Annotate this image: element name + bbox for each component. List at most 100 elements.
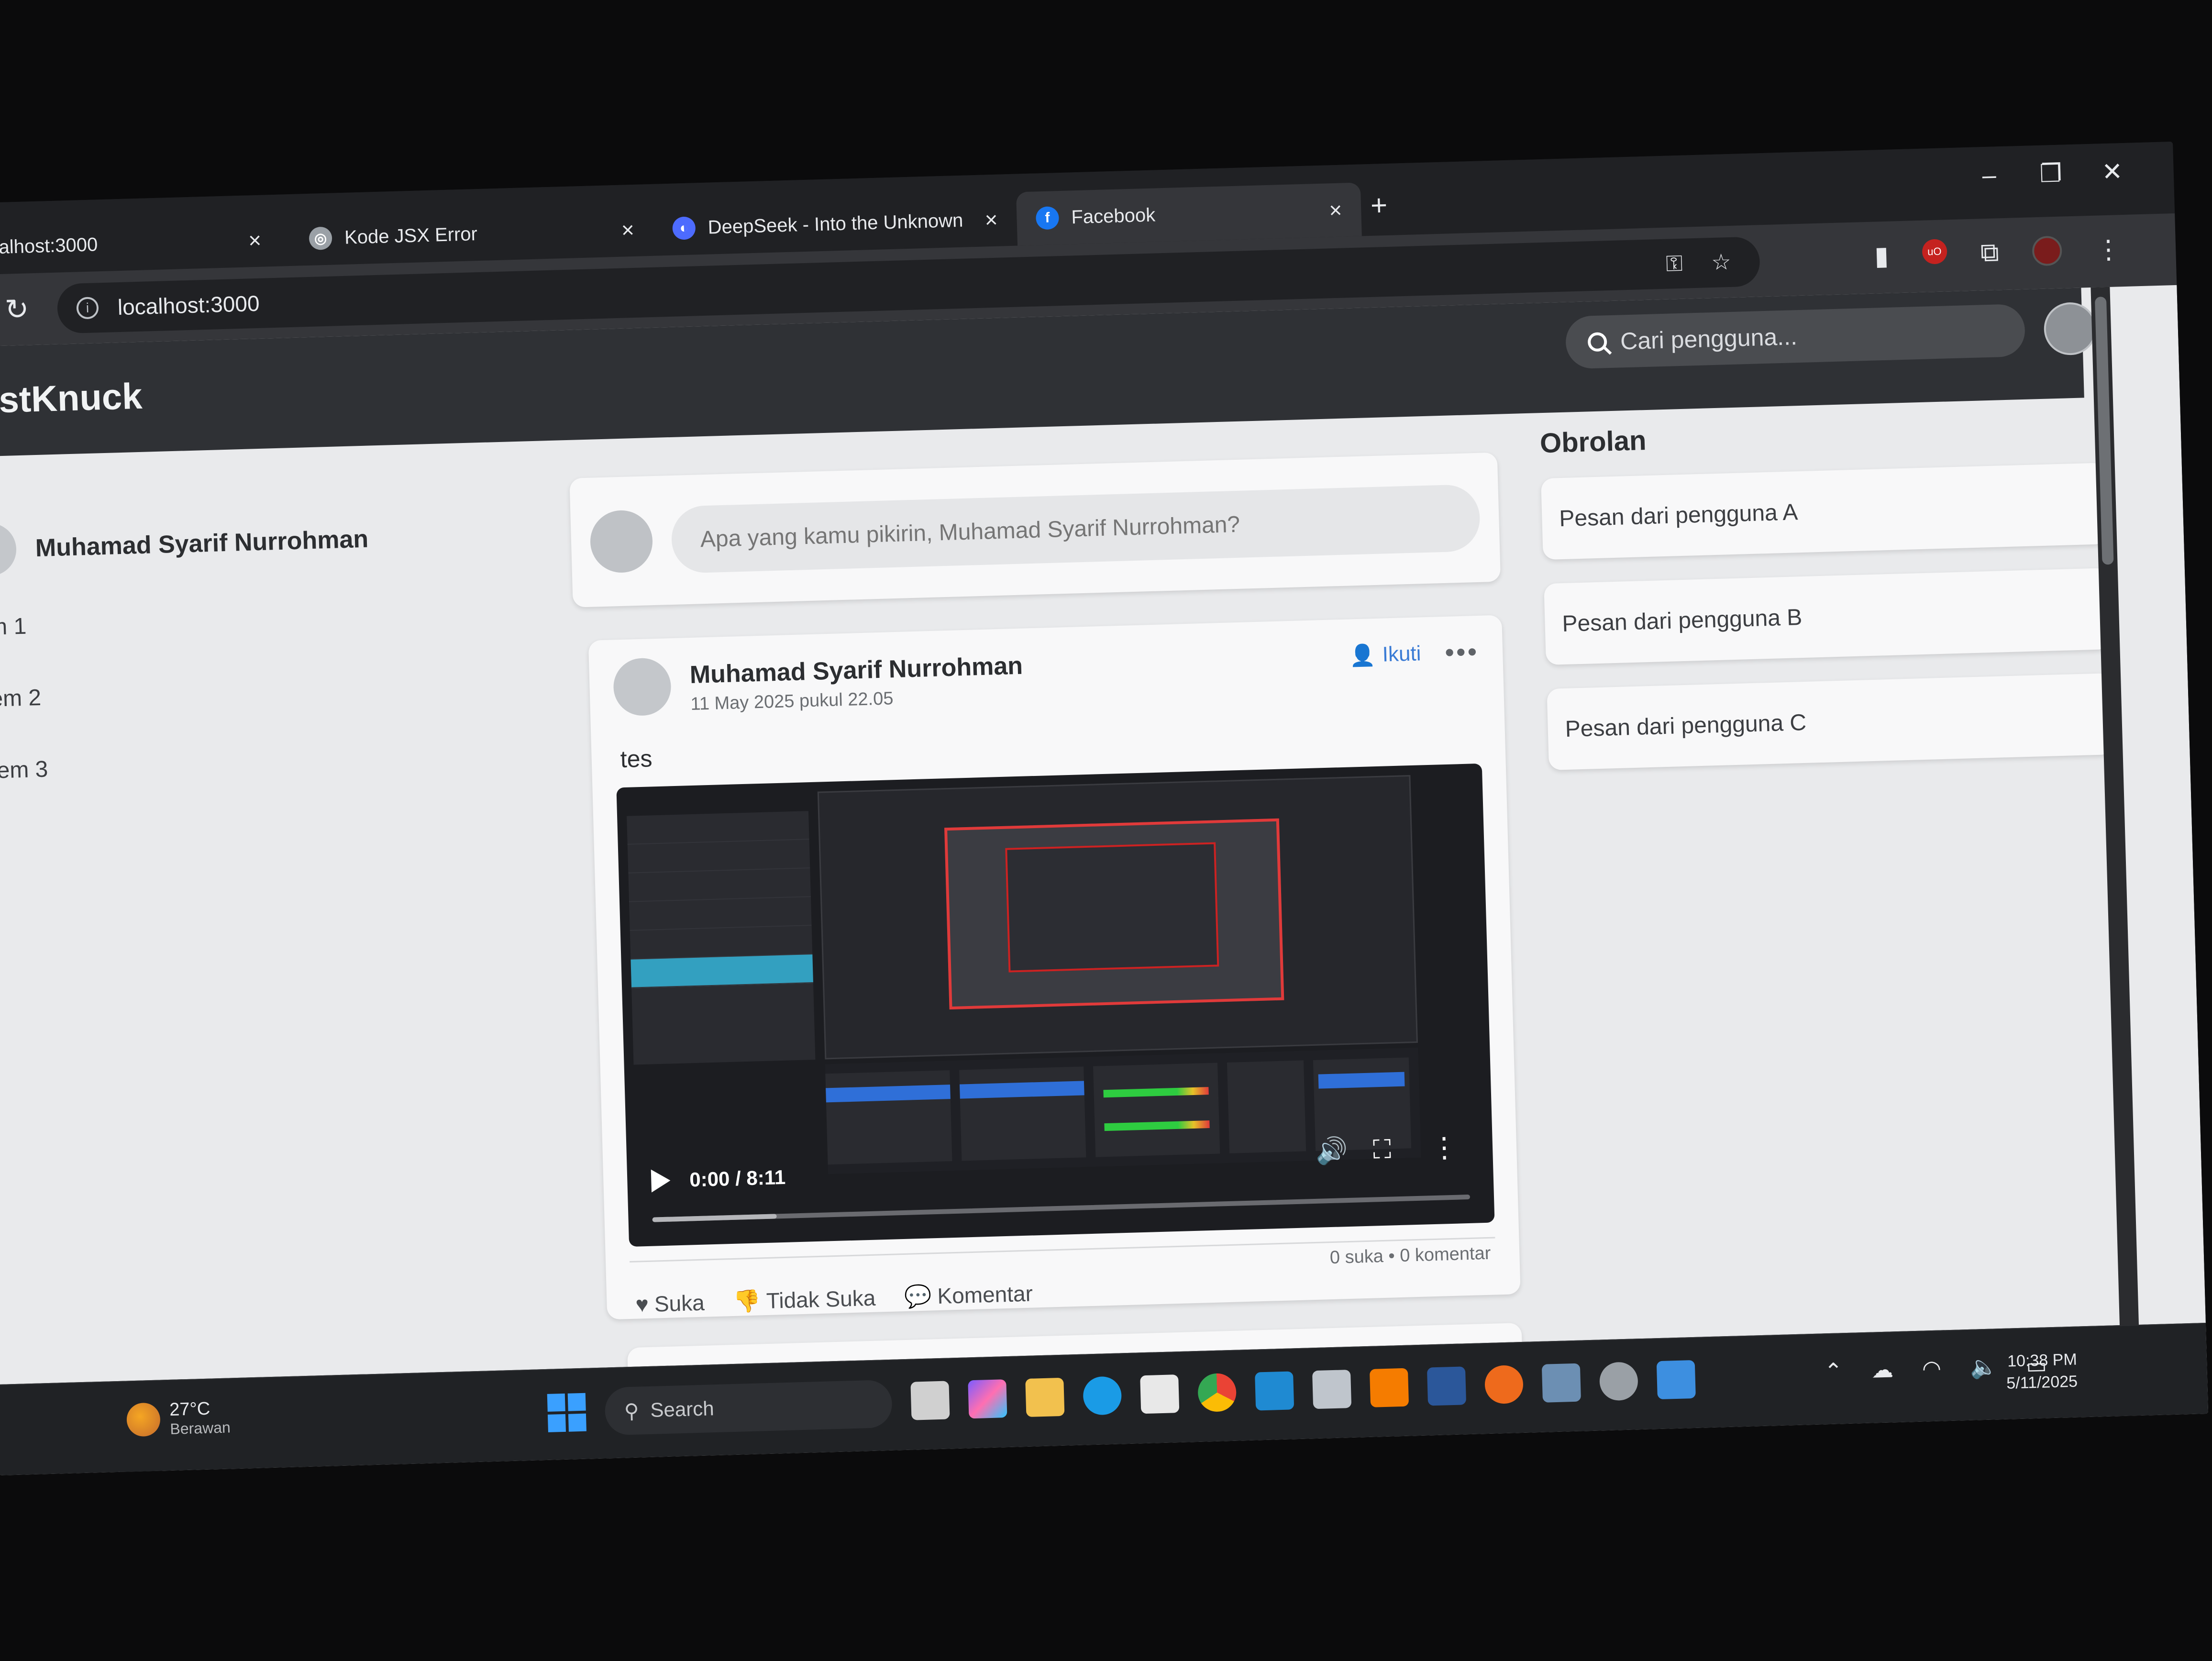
chat-item[interactable]: Pesan dari pengguna A bbox=[1541, 463, 2108, 560]
copilot-icon[interactable] bbox=[968, 1379, 1007, 1419]
video-player[interactable]: 0:00 / 8:11 🔊 ⛶ ⋮ bbox=[616, 763, 1495, 1247]
post-actions: ♥ Suka 👎 Tidak Suka 💬 Komentar bbox=[635, 1280, 1033, 1318]
weather-description: Berawan bbox=[169, 1418, 231, 1438]
clock-time: 10:38 PM bbox=[2007, 1350, 2078, 1371]
fullscreen-icon[interactable]: ⛶ bbox=[1372, 1134, 1392, 1165]
profile-name: Muhamad Syarif Nurrohman bbox=[35, 525, 369, 563]
post-timestamp: 11 May 2025 pukul 22.05 bbox=[690, 688, 894, 714]
like-label: Suka bbox=[654, 1290, 705, 1317]
dislike-button[interactable]: 👎 Tidak Suka bbox=[733, 1285, 876, 1315]
chevron-up-icon[interactable]: ⌃ bbox=[1824, 1358, 1843, 1384]
edge-icon[interactable] bbox=[1083, 1376, 1122, 1416]
scrollbar-thumb[interactable] bbox=[2094, 297, 2114, 565]
deepseek-icon: ◐ bbox=[672, 216, 696, 240]
volume-icon[interactable]: 🔊 bbox=[1315, 1136, 1348, 1167]
post-stats: 0 suka • 0 komentar bbox=[1329, 1243, 1491, 1268]
speaker-icon[interactable]: 🔈 bbox=[1969, 1353, 1998, 1381]
obs-icon[interactable] bbox=[1599, 1362, 1638, 1401]
comment-button[interactable]: 💬 Komentar bbox=[904, 1280, 1033, 1310]
postgresql-icon[interactable] bbox=[1541, 1363, 1582, 1403]
user-search-input[interactable]: Cari pengguna... bbox=[1565, 303, 2026, 369]
postman-icon[interactable] bbox=[1484, 1364, 1524, 1405]
follow-button[interactable]: 👤 Ikuti bbox=[1349, 641, 1421, 668]
play-icon[interactable] bbox=[651, 1169, 671, 1193]
close-icon[interactable]: × bbox=[1329, 197, 1342, 223]
more-options-button[interactable]: ••• bbox=[1444, 636, 1479, 668]
site-info-icon[interactable]: i bbox=[76, 297, 99, 320]
minimize-icon[interactable]: – bbox=[1982, 161, 1997, 190]
avatar[interactable] bbox=[2043, 301, 2098, 356]
taskbar-search[interactable]: ⚲ Search bbox=[604, 1379, 893, 1436]
cloud-icon[interactable]: ☁ bbox=[1871, 1356, 1894, 1383]
weather-widget[interactable]: 27°C Berawan bbox=[126, 1398, 231, 1439]
tab-title: Facebook bbox=[1071, 204, 1156, 228]
post-header: Muhamad Syarif Nurrohman 11 May 2025 puk… bbox=[612, 635, 1480, 717]
word-icon[interactable] bbox=[1427, 1366, 1467, 1406]
taskbar-clock[interactable]: 10:38 PM 5/11/2025 bbox=[2005, 1349, 2078, 1395]
task-view-icon[interactable] bbox=[910, 1381, 950, 1420]
tab-kode-jsx-error[interactable]: ◎ Kode JSX Error × bbox=[289, 202, 654, 266]
chat-item[interactable]: Pesan dari pengguna B bbox=[1544, 568, 2111, 665]
tab-facebook[interactable]: f Facebook × bbox=[1016, 182, 1362, 246]
tab-title: localhost:3000 bbox=[0, 233, 98, 258]
page-viewport: astKnuck Cari pengguna... Muhamad Syarif… bbox=[0, 285, 2209, 1475]
vscode-icon[interactable] bbox=[1255, 1371, 1294, 1411]
comment-icon: 💬 bbox=[904, 1283, 932, 1309]
sidebar-item-3[interactable]: Item 3 bbox=[0, 756, 48, 785]
post-card: Muhamad Syarif Nurrohman 11 May 2025 puk… bbox=[588, 615, 1521, 1320]
sidebar-item-2[interactable]: Item 2 bbox=[0, 685, 42, 713]
post-text: tes bbox=[619, 745, 653, 773]
windows-start-button[interactable] bbox=[547, 1393, 586, 1432]
tab-localhost[interactable]: localhost:3000 × bbox=[0, 213, 281, 276]
bookmark-star-icon[interactable]: ☆ bbox=[1711, 249, 1732, 276]
facebook-icon: f bbox=[1035, 206, 1060, 230]
composer-input[interactable] bbox=[671, 484, 1481, 574]
avatar[interactable] bbox=[612, 657, 672, 717]
search-placeholder: Cari pengguna... bbox=[1620, 323, 1798, 355]
virtualbox-icon[interactable] bbox=[1312, 1370, 1352, 1409]
close-icon[interactable]: × bbox=[984, 207, 998, 233]
close-icon[interactable]: × bbox=[248, 227, 262, 254]
new-tab-button[interactable]: + bbox=[1370, 188, 1388, 222]
post-composer bbox=[569, 452, 1501, 608]
like-button[interactable]: ♥ Suka bbox=[635, 1289, 705, 1318]
video-frame-preview bbox=[944, 818, 1284, 1010]
post-author[interactable]: Muhamad Syarif Nurrohman bbox=[689, 652, 1023, 689]
chrome-icon[interactable] bbox=[1197, 1373, 1237, 1412]
thumbs-down-icon: 👎 bbox=[732, 1288, 761, 1314]
search-icon: ⚲ bbox=[624, 1399, 640, 1422]
store-icon[interactable] bbox=[1140, 1374, 1180, 1414]
file-explorer-icon[interactable] bbox=[1025, 1377, 1065, 1417]
tab-deepseek[interactable]: ◐ DeepSeek - Into the Unknown × bbox=[653, 192, 1018, 256]
close-window-icon[interactable]: ✕ bbox=[2101, 157, 2123, 187]
password-key-icon[interactable]: ⚿ bbox=[1666, 250, 1683, 277]
notepad-icon[interactable] bbox=[1656, 1360, 1696, 1400]
xampp-icon[interactable] bbox=[1369, 1368, 1409, 1407]
taskbar-search-label: Search bbox=[650, 1397, 715, 1421]
clock-date: 5/11/2025 bbox=[2006, 1372, 2078, 1393]
heart-icon: ♥ bbox=[635, 1291, 649, 1317]
restore-icon[interactable]: ❐ bbox=[2039, 159, 2062, 188]
wifi-icon[interactable]: ◠ bbox=[1922, 1355, 1942, 1382]
sidebar-profile[interactable]: Muhamad Syarif Nurrohman bbox=[0, 513, 369, 577]
chat-panel: Obrolan Pesan dari pengguna A Pesan dari… bbox=[1539, 411, 2114, 794]
avatar bbox=[589, 509, 653, 574]
search-icon bbox=[1587, 332, 1607, 352]
reload-icon[interactable]: ↻ bbox=[4, 292, 29, 326]
ublock-icon[interactable]: uO bbox=[1922, 239, 1947, 265]
profile-avatar-icon[interactable] bbox=[2032, 235, 2063, 266]
sidebar-item-1[interactable]: em 1 bbox=[0, 613, 27, 641]
laptop-screen: localhost:3000 × ◎ Kode JSX Error × ◐ De… bbox=[0, 142, 2209, 1475]
post-footer: 0 suka • 0 komentar ♥ Suka 👎 Tidak Suka … bbox=[630, 1237, 1497, 1318]
chat-item[interactable]: Pesan dari pengguna C bbox=[1547, 673, 2113, 770]
extensions-icon[interactable]: ⧉ bbox=[1980, 237, 1999, 268]
app-logo[interactable]: astKnuck bbox=[0, 376, 143, 422]
page-scrollbar[interactable] bbox=[2090, 287, 2142, 1417]
address-text: localhost:3000 bbox=[117, 290, 260, 320]
close-icon[interactable]: × bbox=[621, 217, 634, 243]
avatar bbox=[0, 522, 17, 577]
video-menu-icon[interactable]: ⋮ bbox=[1430, 1131, 1459, 1164]
browser-menu-icon[interactable]: ⋮ bbox=[2095, 234, 2122, 265]
signal-icon[interactable]: ▮ bbox=[1874, 241, 1889, 271]
chat-title: Obrolan bbox=[1539, 425, 1647, 459]
